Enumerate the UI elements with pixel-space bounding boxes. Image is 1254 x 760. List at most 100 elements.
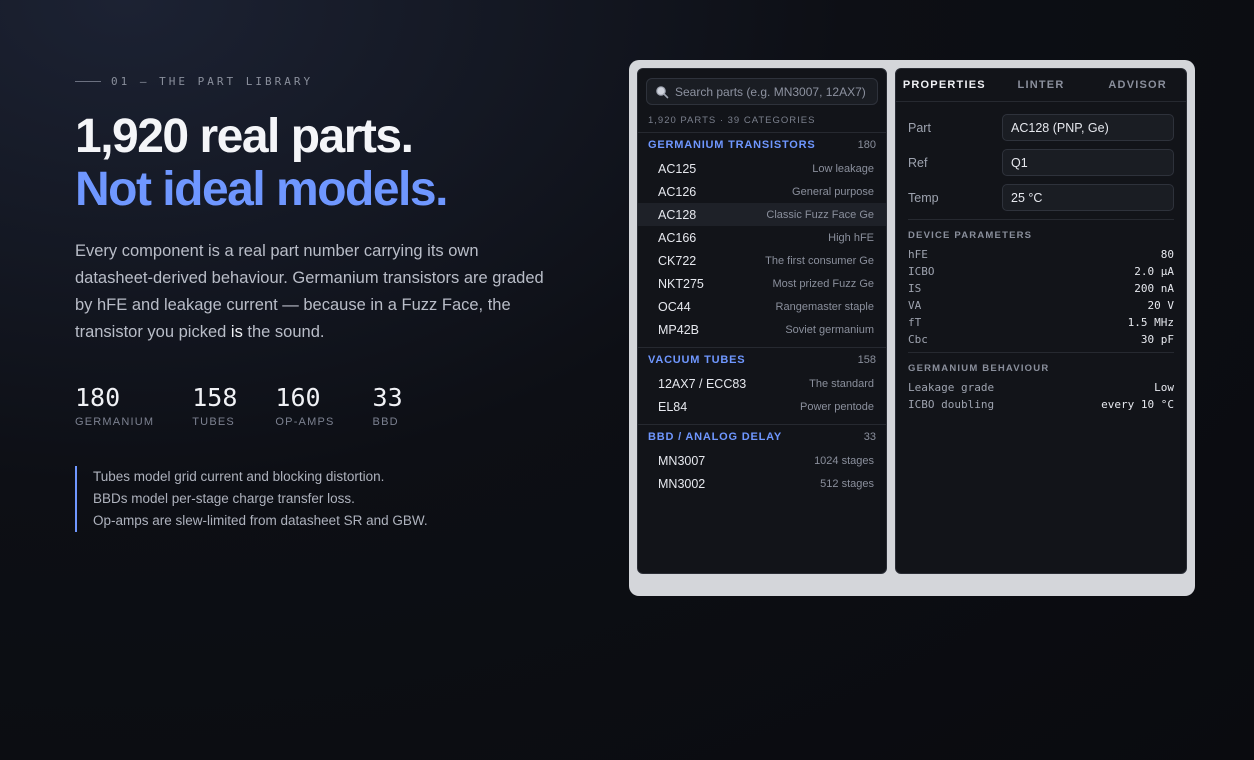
tab-linter[interactable]: LINTER [993, 79, 1090, 91]
param-value: 1.5 MHz [1127, 316, 1174, 329]
part-item-ac125[interactable]: AC125 Low leakage [638, 157, 886, 180]
stat-germanium: 180 GERMANIUM [75, 383, 155, 429]
field-label: Ref [908, 155, 928, 170]
device-parameters-section: DEVICE PARAMETERS hFE 80 ICBO 2.0 µA IS 200… [908, 219, 1174, 348]
ref-value-field[interactable]: Q1 [1002, 149, 1174, 176]
param-key: Cbc [908, 333, 928, 346]
lede-emphasis: is [230, 323, 243, 341]
headline-line-2: Not ideal models. [75, 163, 448, 216]
param-key: VA [908, 299, 922, 312]
param-row: hFE 80 [908, 246, 1174, 263]
part-number: AC166 [658, 230, 697, 245]
category-header[interactable]: GERMANIUM TRANSISTORS 180 [638, 133, 886, 157]
stat-number: 160 [275, 383, 321, 412]
part-item-ac166[interactable]: AC166 High hFE [638, 226, 886, 249]
section-title: GERMANIUM BEHAVIOUR [908, 363, 1050, 374]
property-fields: Part AC128 (PNP, Ge) Ref Q1 Temp 25 °C [896, 102, 1186, 211]
part-value-field[interactable]: AC128 (PNP, Ge) [1002, 114, 1174, 141]
param-row: Cbc 30 pF [908, 331, 1174, 348]
part-item-mn3002[interactable]: MN3002 512 stages [638, 472, 886, 495]
part-description: Most prized Fuzz Ge [772, 277, 874, 290]
part-item-mp42b[interactable]: MP42B Soviet germanium [638, 318, 886, 341]
search-input[interactable] [675, 84, 877, 99]
part-description: Soviet germanium [785, 323, 874, 336]
stat-label: BBD [372, 416, 399, 428]
part-description: 1024 stages [814, 454, 874, 467]
section-title: DEVICE PARAMETERS [908, 230, 1033, 241]
part-description: High hFE [828, 231, 874, 244]
part-number: MP42B [658, 322, 699, 337]
hero-section: 01 — THE PART LIBRARY 1,920 real parts. … [75, 75, 575, 532]
search-box[interactable] [646, 78, 878, 105]
param-row: Leakage grade Low [908, 379, 1174, 396]
part-description: Classic Fuzz Face Ge [766, 208, 874, 221]
note-bbds: BBDs model per-stage charge transfer los… [93, 491, 355, 506]
lede-paragraph: Every component is a real part number ca… [75, 238, 555, 346]
category-count: 158 [857, 354, 876, 366]
temp-value-field[interactable]: 25 °C [1002, 184, 1174, 211]
param-row: fT 1.5 MHz [908, 314, 1174, 331]
part-description: Power pentode [800, 400, 874, 413]
stat-label: GERMANIUM [75, 416, 155, 428]
part-number: OC44 [658, 299, 691, 314]
param-value: 80 [1160, 248, 1174, 261]
category-vacuum-tubes: VACUUM TUBES 158 12AX7 / ECC83 The standa… [638, 347, 886, 418]
category-name: GERMANIUM TRANSISTORS [648, 139, 816, 151]
stats-row: 180 GERMANIUM 158 TUBES 160 OP-AMPS 33 B… [75, 383, 575, 429]
eyebrow-rule [75, 81, 101, 82]
part-description: General purpose [792, 185, 874, 198]
stat-label: OP-AMPS [275, 416, 335, 428]
category-header[interactable]: VACUUM TUBES 158 [638, 348, 886, 372]
part-item-ck722[interactable]: CK722 The first consumer Ge [638, 249, 886, 272]
field-part: Part AC128 (PNP, Ge) [908, 114, 1174, 141]
part-item-nkt275[interactable]: NKT275 Most prized Fuzz Ge [638, 272, 886, 295]
stat-number: 180 [75, 383, 121, 412]
part-item-ac126[interactable]: AC126 General purpose [638, 180, 886, 203]
section-eyebrow: 01 — THE PART LIBRARY [75, 75, 575, 88]
field-temp: Temp 25 °C [908, 184, 1174, 211]
note-op-amps: Op-amps are slew-limited from datasheet … [93, 513, 428, 528]
eyebrow-text: 01 — THE PART LIBRARY [111, 75, 314, 88]
part-number: CK722 [658, 253, 697, 268]
part-item-ac128-selected[interactable]: AC128 Classic Fuzz Face Ge [638, 203, 886, 226]
stat-number: 33 [372, 383, 403, 412]
category-count: 33 [863, 431, 876, 443]
category-name: VACUUM TUBES [648, 354, 746, 366]
part-description: The standard [809, 377, 874, 390]
lede-part-2: the sound. [242, 323, 325, 341]
param-key: ICBO [908, 265, 935, 278]
stat-number: 158 [192, 383, 238, 412]
headline-line-1: 1,920 real parts. [75, 110, 414, 163]
stat-tubes: 158 TUBES [192, 383, 238, 429]
stat-op-amps: 160 OP-AMPS [275, 383, 335, 429]
search-icon [656, 85, 669, 98]
param-row: VA 20 V [908, 297, 1174, 314]
part-number: NKT275 [658, 276, 704, 291]
param-key: IS [908, 282, 922, 295]
param-row: ICBO 2.0 µA [908, 263, 1174, 280]
param-key: Leakage grade [908, 381, 995, 394]
part-description: Rangemaster staple [775, 300, 874, 313]
category-name: BBD / ANALOG DELAY [648, 431, 782, 443]
note-tubes: Tubes model grid current and blocking di… [93, 469, 385, 484]
tab-properties[interactable]: PROPERTIES [896, 79, 993, 91]
param-value: 30 pF [1140, 333, 1174, 346]
notes-callout: Tubes model grid current and blocking di… [75, 466, 575, 532]
app-window-frame: 1,920 PARTS · 39 CATEGORIES GERMANIUM TR… [629, 60, 1195, 596]
part-number: AC126 [658, 184, 697, 199]
param-row: ICBO doubling every 10 °C [908, 396, 1174, 413]
tab-advisor[interactable]: ADVISOR [1089, 79, 1186, 91]
param-key: hFE [908, 248, 928, 261]
part-item-el84[interactable]: EL84 Power pentode [638, 395, 886, 418]
param-value: Low [1154, 381, 1174, 394]
part-item-oc44[interactable]: OC44 Rangemaster staple [638, 295, 886, 318]
category-header[interactable]: BBD / ANALOG DELAY 33 [638, 425, 886, 449]
part-description: 512 stages [820, 477, 874, 490]
part-item-mn3007[interactable]: MN3007 1024 stages [638, 449, 886, 472]
category-bbd-analog-delay: BBD / ANALOG DELAY 33 MN3007 1024 stages … [638, 424, 886, 495]
category-germanium-transistors: GERMANIUM TRANSISTORS 180 AC125 Low leaka… [638, 132, 886, 341]
field-ref: Ref Q1 [908, 149, 1174, 176]
param-key: ICBO doubling [908, 398, 995, 411]
field-label: Part [908, 120, 931, 135]
part-item-12ax7[interactable]: 12AX7 / ECC83 The standard [638, 372, 886, 395]
